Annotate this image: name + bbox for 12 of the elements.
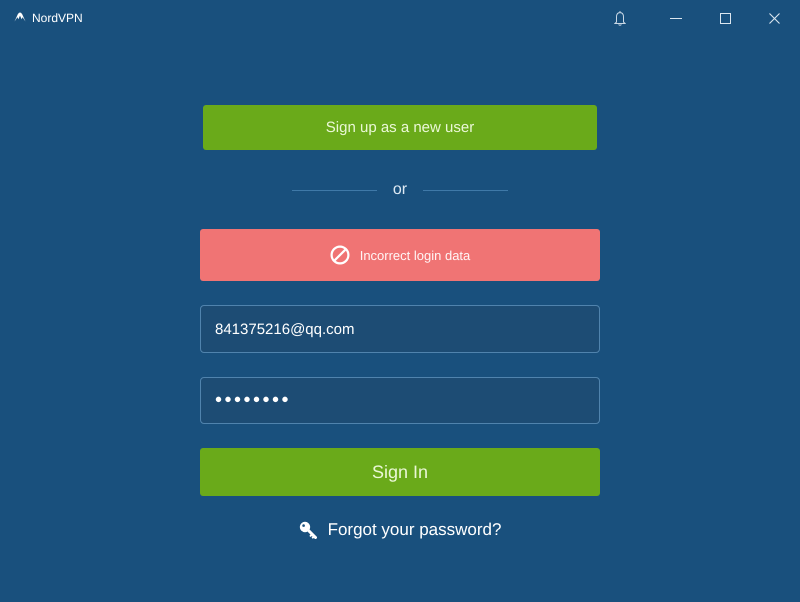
or-divider-label: or [392, 180, 408, 200]
prohibited-icon [330, 245, 350, 265]
error-message: Incorrect login data [360, 248, 470, 262]
email-field[interactable]: 841375216@qq.com [200, 305, 600, 353]
bell-icon[interactable] [614, 10, 626, 26]
close-icon[interactable] [769, 12, 780, 24]
logo-icon [14, 12, 26, 22]
password-field[interactable]: •••••••• [200, 377, 600, 424]
maximize-icon[interactable] [720, 12, 731, 24]
forgot-password-link[interactable]: Forgot your password? [328, 520, 502, 540]
window-title: NordVPN [32, 11, 83, 25]
key-icon [298, 521, 317, 539]
